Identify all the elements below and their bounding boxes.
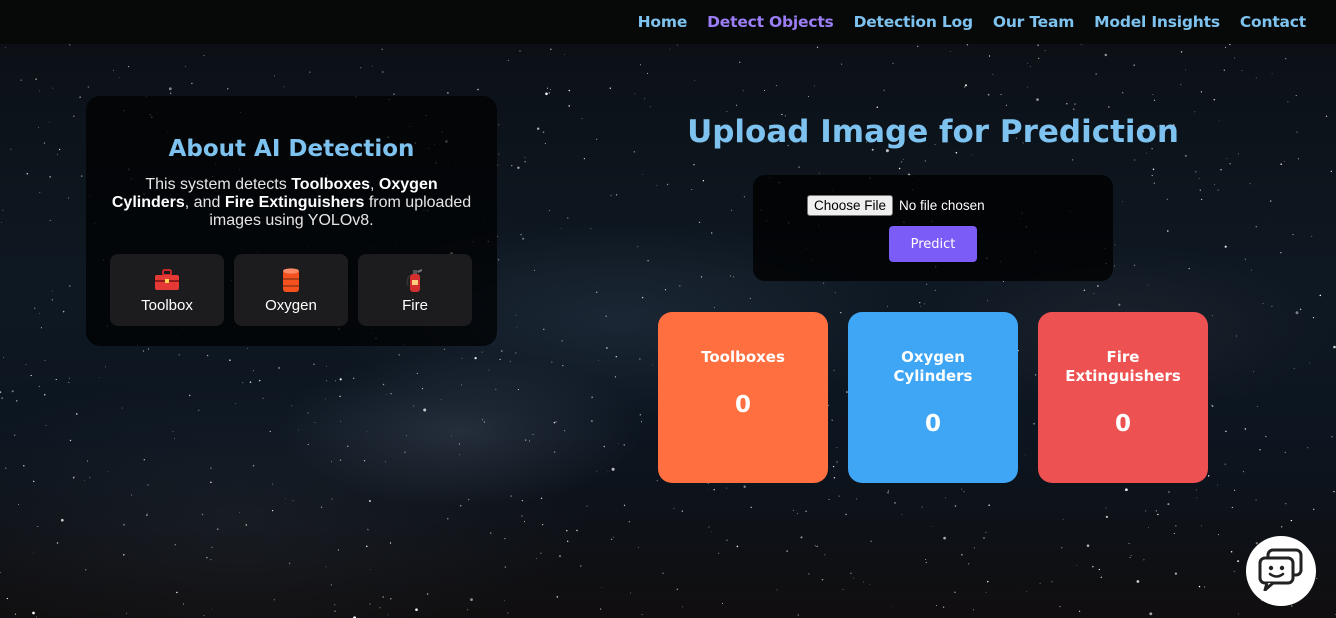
predict-button[interactable]: Predict: [889, 226, 977, 262]
toolboxes-count-card: Toolboxes 0: [658, 312, 828, 483]
nav-links: Home Detect Objects Detection Log Our Te…: [638, 13, 1336, 31]
count-value: 0: [1114, 411, 1131, 437]
upload-form: Choose File No file chosen Predict: [753, 175, 1113, 281]
nav-link-detect-objects[interactable]: Detect Objects: [707, 13, 834, 31]
count-label: Toolboxes: [701, 348, 785, 366]
about-description: This system detects Toolboxes, Oxygen Cy…: [107, 176, 477, 230]
file-status: No file chosen: [899, 198, 985, 213]
top-navbar: Home Detect Objects Detection Log Our Te…: [0, 0, 1336, 44]
about-desc-sep2: , and: [184, 194, 225, 211]
fire-extinguisher-icon: [405, 267, 425, 293]
file-input: Choose File No file chosen: [807, 195, 985, 216]
about-title: About AI Detection: [168, 136, 415, 162]
oxygen-count-card: Oxygen Cylinders 0: [848, 312, 1018, 483]
nav-link-our-team[interactable]: Our Team: [993, 13, 1074, 31]
toolbox-icon: [154, 267, 180, 293]
count-value: 0: [734, 392, 751, 418]
nav-link-contact[interactable]: Contact: [1240, 13, 1306, 31]
feature-row: Toolbox Oxygen Fire: [110, 254, 472, 326]
feature-oxygen: Oxygen: [234, 254, 348, 326]
nav-link-model-insights[interactable]: Model Insights: [1094, 13, 1220, 31]
count-label: Fire Extinguishers: [1065, 348, 1181, 385]
chat-bot-icon: [1257, 547, 1305, 596]
about-desc-prefix: This system detects: [145, 176, 292, 193]
feature-toolbox: Toolbox: [110, 254, 224, 326]
upload-title: Upload Image for Prediction: [687, 114, 1179, 150]
about-item-toolboxes: Toolboxes: [291, 176, 371, 193]
about-item-fire: Fire Extinguishers: [224, 194, 365, 211]
count-label: Oxygen Cylinders: [893, 348, 973, 385]
about-card: About AI Detection This system detects T…: [86, 96, 497, 346]
choose-file-button[interactable]: Choose File: [807, 195, 894, 216]
chat-bot-button[interactable]: [1246, 536, 1316, 606]
nav-link-home[interactable]: Home: [638, 13, 688, 31]
oxygen-cylinder-icon: [281, 267, 301, 293]
count-value: 0: [924, 411, 941, 437]
feature-label: Oxygen: [265, 296, 317, 314]
nav-link-detection-log[interactable]: Detection Log: [854, 13, 974, 31]
feature-label: Toolbox: [141, 296, 193, 314]
about-desc-sep1: ,: [370, 176, 379, 193]
fire-count-card: Fire Extinguishers 0: [1038, 312, 1208, 483]
feature-fire: Fire: [358, 254, 472, 326]
feature-label: Fire: [402, 296, 428, 314]
